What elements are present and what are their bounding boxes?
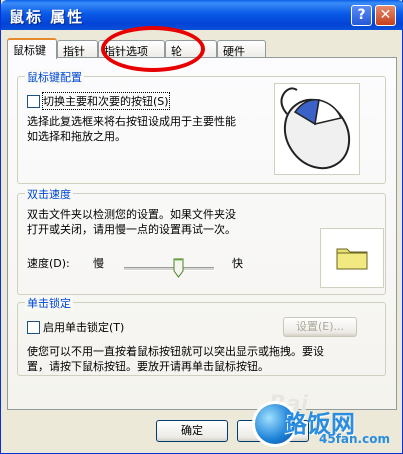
- folder-icon[interactable]: [321, 229, 383, 287]
- tab-panel: 鼠标键配置 切换主要和次要的按钮(S) 选择此复选框来将右按钮设成用于主要性能 …: [7, 57, 397, 410]
- switch-buttons-description-1: 选择此复选框来将右按钮设成用于主要性能: [27, 115, 236, 128]
- slow-label: 慢: [93, 257, 104, 270]
- click-lock-description-2: 置，请按下鼠标按钮。要放开请再单击鼠标按钮。: [27, 360, 269, 373]
- button-config-group: 鼠标键配置 切换主要和次要的按钮(S) 选择此复选框来将右按钮设成用于主要性能 …: [17, 69, 386, 184]
- click-lock-settings-button[interactable]: 设置(E)...: [283, 317, 357, 337]
- mouse-preview: [274, 83, 360, 175]
- ok-button[interactable]: 确定: [156, 420, 228, 442]
- click-lock-checkbox[interactable]: [27, 321, 40, 334]
- double-click-test-area[interactable]: [320, 228, 384, 288]
- help-button[interactable]: ?: [351, 5, 372, 26]
- speed-label: 速度(D):: [27, 257, 70, 270]
- button-config-legend: 鼠标键配置: [25, 69, 84, 85]
- close-icon: ✕: [379, 7, 392, 23]
- click-lock-description-1: 使您可以不用一直按着鼠标按钮就可以突出显示或拖拽。要设: [27, 345, 324, 358]
- highlight-circle: [101, 26, 205, 72]
- click-lock-legend: 单击锁定: [25, 295, 73, 311]
- mouse-properties-dialog: 鼠标 属性 ? ✕ 鼠标键 指针 指针选项 轮 硬件 鼠标键配置 切换主要和次要…: [0, 0, 403, 454]
- close-button[interactable]: ✕: [375, 5, 396, 26]
- speed-slider-thumb[interactable]: [173, 258, 184, 278]
- double-click-description-2: 打开或关闭，请用慢一点的设置再试一次。: [27, 223, 236, 236]
- tab-hardware[interactable]: 硬件: [217, 40, 266, 58]
- double-click-legend: 双击速度: [25, 186, 73, 202]
- click-lock-label[interactable]: 启用单击锁定(T): [43, 319, 124, 335]
- switch-buttons-checkbox[interactable]: [27, 95, 40, 108]
- site-url-watermark: 45fan.com: [319, 432, 390, 446]
- double-click-group: 双击速度 双击文件夹以检测您的设置。如果文件夹没 打开或关闭，请用慢一点的设置再…: [17, 186, 386, 295]
- mouse-icon: [280, 87, 351, 170]
- switch-buttons-label[interactable]: 切换主要和次要的按钮(S): [42, 92, 170, 110]
- help-icon: ?: [357, 7, 366, 23]
- tab-buttons[interactable]: 鼠标键: [7, 38, 57, 59]
- double-click-description-1: 双击文件夹以检测您的设置。如果文件夹没: [27, 208, 236, 221]
- window-title: 鼠标 属性: [9, 8, 85, 26]
- title-bar[interactable]: 鼠标 属性 ? ✕: [1, 0, 403, 30]
- switch-buttons-description-2: 如选择和拖放之用。: [27, 130, 126, 143]
- click-lock-group: 单击锁定 启用单击锁定(T) 设置(E)... 使您可以不用一直按着鼠标按钮就可…: [17, 295, 386, 376]
- speed-slider-track[interactable]: [124, 267, 214, 271]
- tab-pointers[interactable]: 指针: [57, 40, 98, 58]
- fast-label: 快: [232, 257, 243, 270]
